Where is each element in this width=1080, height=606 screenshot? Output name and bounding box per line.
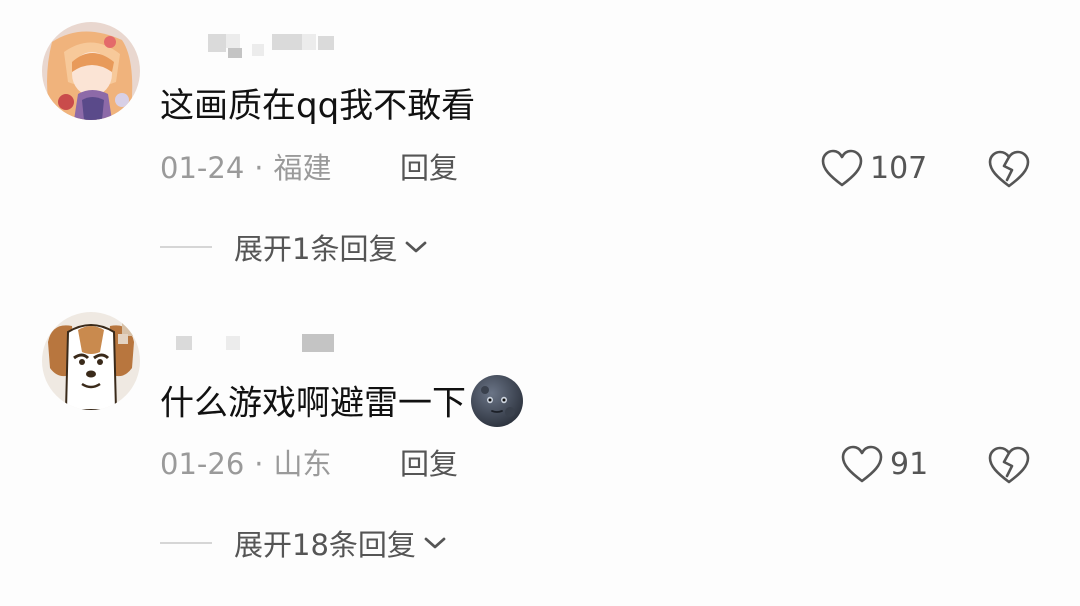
like-count: 107 [870, 150, 928, 186]
heart-outline-icon [821, 149, 863, 187]
anime-girl-avatar-icon [42, 22, 140, 120]
chevron-down-icon [406, 241, 427, 253]
expand-replies-button[interactable]: 展开18条回复 [160, 522, 448, 564]
like-button[interactable]: 91 [840, 444, 928, 484]
expand-replies-label: 展开1条回复 [234, 232, 398, 266]
comment-location: 福建 [273, 151, 332, 185]
comment-date: 01-24 [160, 151, 245, 185]
avatar[interactable] [42, 22, 140, 120]
meta-separator: · [254, 151, 264, 185]
broken-heart-icon [988, 150, 1030, 188]
comment-text: 这画质在qq我不敢看 [160, 86, 476, 126]
reply-button[interactable]: 回复 [400, 150, 458, 186]
comment-date: 01-26 [160, 447, 245, 481]
heart-outline-icon [841, 445, 883, 483]
comment-item: 什么游戏啊避雷一下 01-26 · 山东 回复 91 展开18条回复 [0, 298, 1080, 594]
chevron-down-icon [424, 537, 446, 549]
divider-line [160, 542, 212, 544]
dislike-button[interactable] [986, 148, 1032, 190]
comment-text: 什么游戏啊避雷一下 [160, 375, 524, 432]
reply-button[interactable]: 回复 [400, 446, 458, 482]
avatar[interactable] [42, 312, 140, 410]
cartoon-dog-avatar-icon [42, 312, 140, 410]
broken-heart-icon [988, 446, 1030, 484]
expand-replies-button[interactable]: 展开1条回复 [160, 226, 429, 268]
moon-face-emoji-icon [471, 375, 523, 427]
comment-item: 这画质在qq我不敢看 01-24 · 福建 回复 107 展开1条回复 [0, 0, 1080, 296]
like-count: 91 [890, 446, 929, 482]
comment-location: 山东 [273, 447, 332, 481]
comment-meta: 01-24 · 福建 回复 [160, 150, 458, 186]
meta-separator: · [254, 447, 264, 481]
divider-line [160, 246, 212, 248]
expand-replies-label: 展开18条回复 [234, 528, 416, 562]
comment-meta: 01-26 · 山东 回复 [160, 446, 458, 482]
dislike-button[interactable] [986, 444, 1032, 486]
comment-text-content: 什么游戏啊避雷一下 [160, 383, 466, 424]
like-button[interactable]: 107 [820, 148, 927, 188]
